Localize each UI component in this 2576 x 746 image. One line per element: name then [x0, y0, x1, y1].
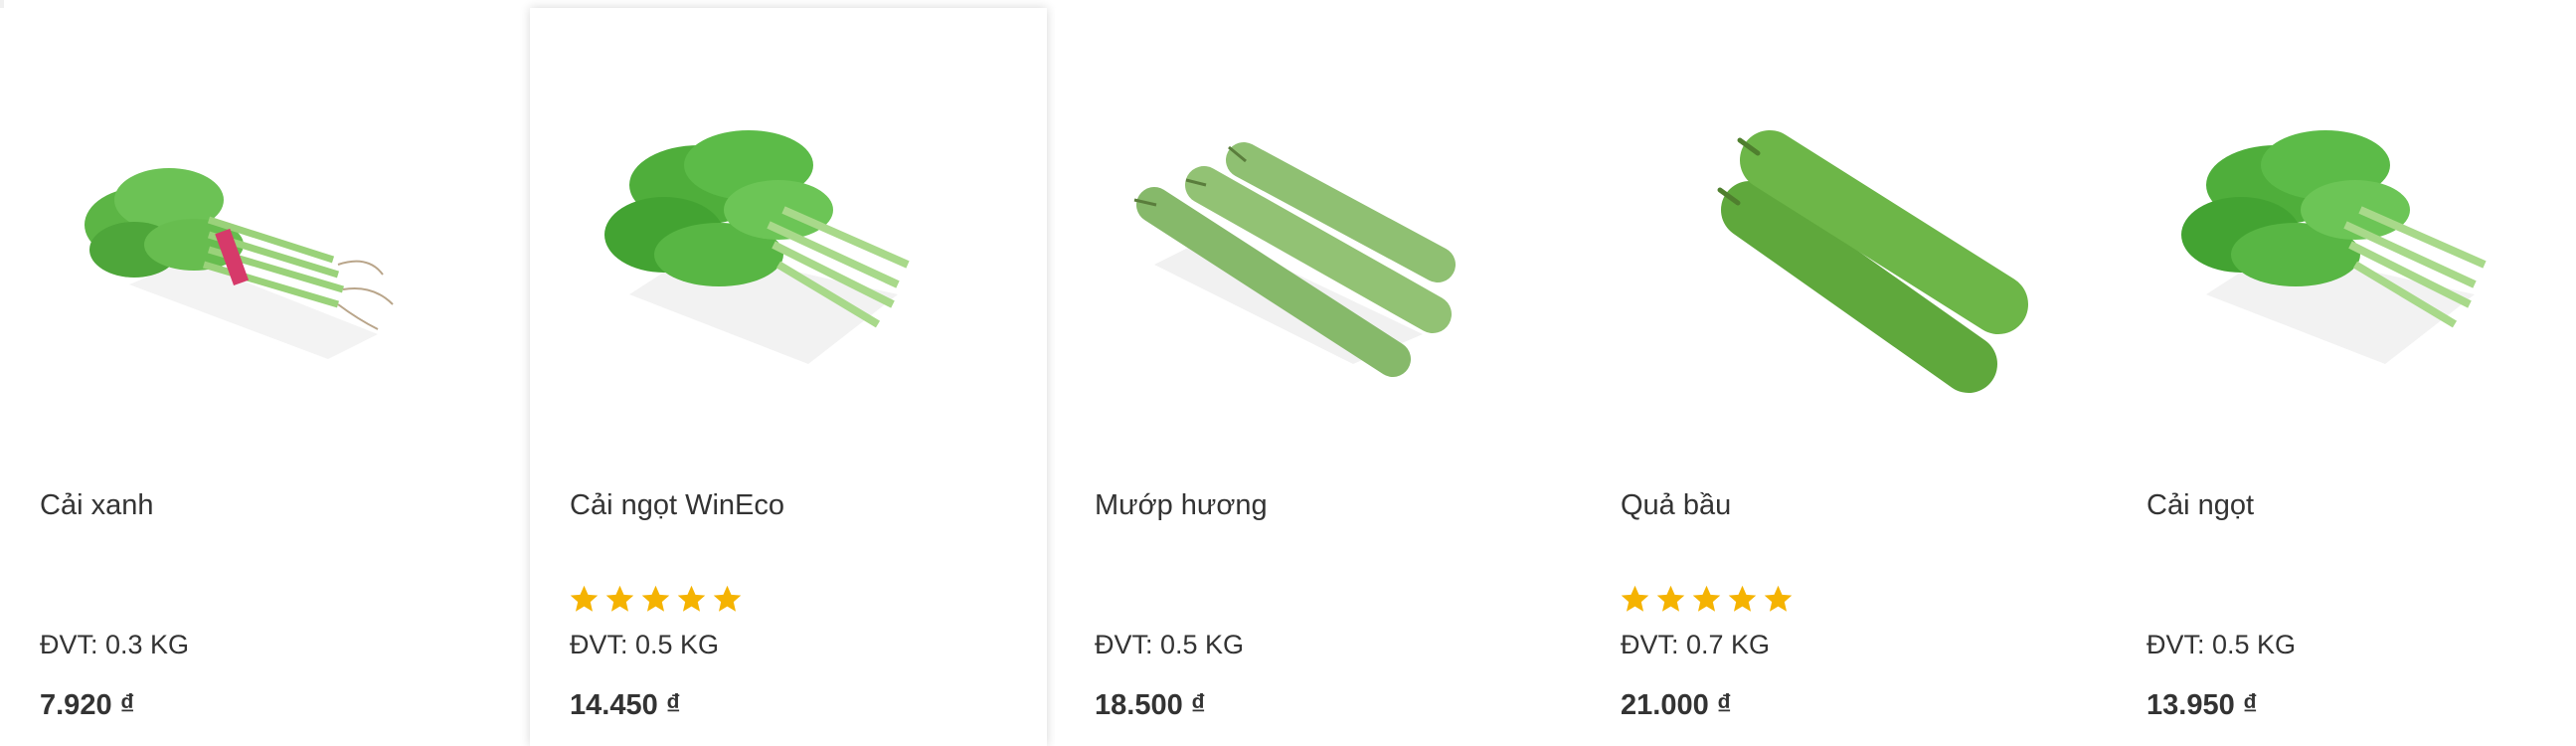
star-icon: [1726, 583, 1759, 616]
rating-stars: [568, 583, 744, 619]
product-unit: ĐVT: 0.3 KG: [40, 630, 190, 659]
star-icon: [1619, 583, 1651, 616]
star-icon: [1654, 583, 1687, 616]
choy-sum-icon[interactable]: [2147, 36, 2576, 454]
product-card[interactable]: Cải ngọt WinEco ĐVT: 0.5 KG 14.450 ₫: [530, 8, 1047, 746]
product-unit: ĐVT: 0.5 KG: [2147, 630, 2297, 659]
product-unit: ĐVT: 0.7 KG: [1621, 630, 1771, 659]
product-price: 18.500 ₫: [1095, 689, 1206, 721]
star-icon: [675, 583, 708, 616]
product-card[interactable]: Mướp hương ĐVT: 0.5 KG 18.500 ₫: [1055, 8, 1572, 746]
mustard-greens-icon[interactable]: [40, 36, 477, 454]
star-icon: [711, 583, 744, 616]
product-price: 21.000 ₫: [1621, 689, 1732, 721]
product-card[interactable]: Cải ngọt ĐVT: 0.5 KG 13.950 ₫: [2107, 8, 2576, 746]
product-grid: Cải xanh ĐVT: 0.3 KG 7.920 ₫ Cải ngọt Wi…: [0, 0, 2576, 746]
product-price: 14.450 ₫: [570, 689, 681, 721]
product-name[interactable]: Cải ngọt WinEco: [570, 489, 784, 522]
star-icon: [603, 583, 636, 616]
product-unit: ĐVT: 0.5 KG: [1095, 630, 1245, 659]
product-name[interactable]: Cải ngọt: [2147, 489, 2254, 522]
star-icon: [1762, 583, 1795, 616]
rating-stars: [1619, 583, 1795, 619]
product-card[interactable]: Quả bầu ĐVT: 0.7 KG 21.000 ₫: [1581, 8, 2098, 746]
luffa-icon[interactable]: [1095, 36, 1532, 454]
product-unit: ĐVT: 0.5 KG: [570, 630, 720, 659]
product-name[interactable]: Mướp hương: [1095, 489, 1268, 522]
star-icon: [639, 583, 672, 616]
bottle-gourd-icon[interactable]: [1621, 36, 2058, 454]
choy-sum-icon[interactable]: [570, 36, 1007, 454]
product-price: 7.920 ₫: [40, 689, 135, 721]
product-price: 13.950 ₫: [2147, 689, 2258, 721]
product-card[interactable]: Cải xanh ĐVT: 0.3 KG 7.920 ₫: [0, 8, 517, 746]
star-icon: [1690, 583, 1723, 616]
product-name[interactable]: Quả bầu: [1621, 489, 1731, 522]
star-icon: [568, 583, 601, 616]
product-name[interactable]: Cải xanh: [40, 489, 153, 522]
